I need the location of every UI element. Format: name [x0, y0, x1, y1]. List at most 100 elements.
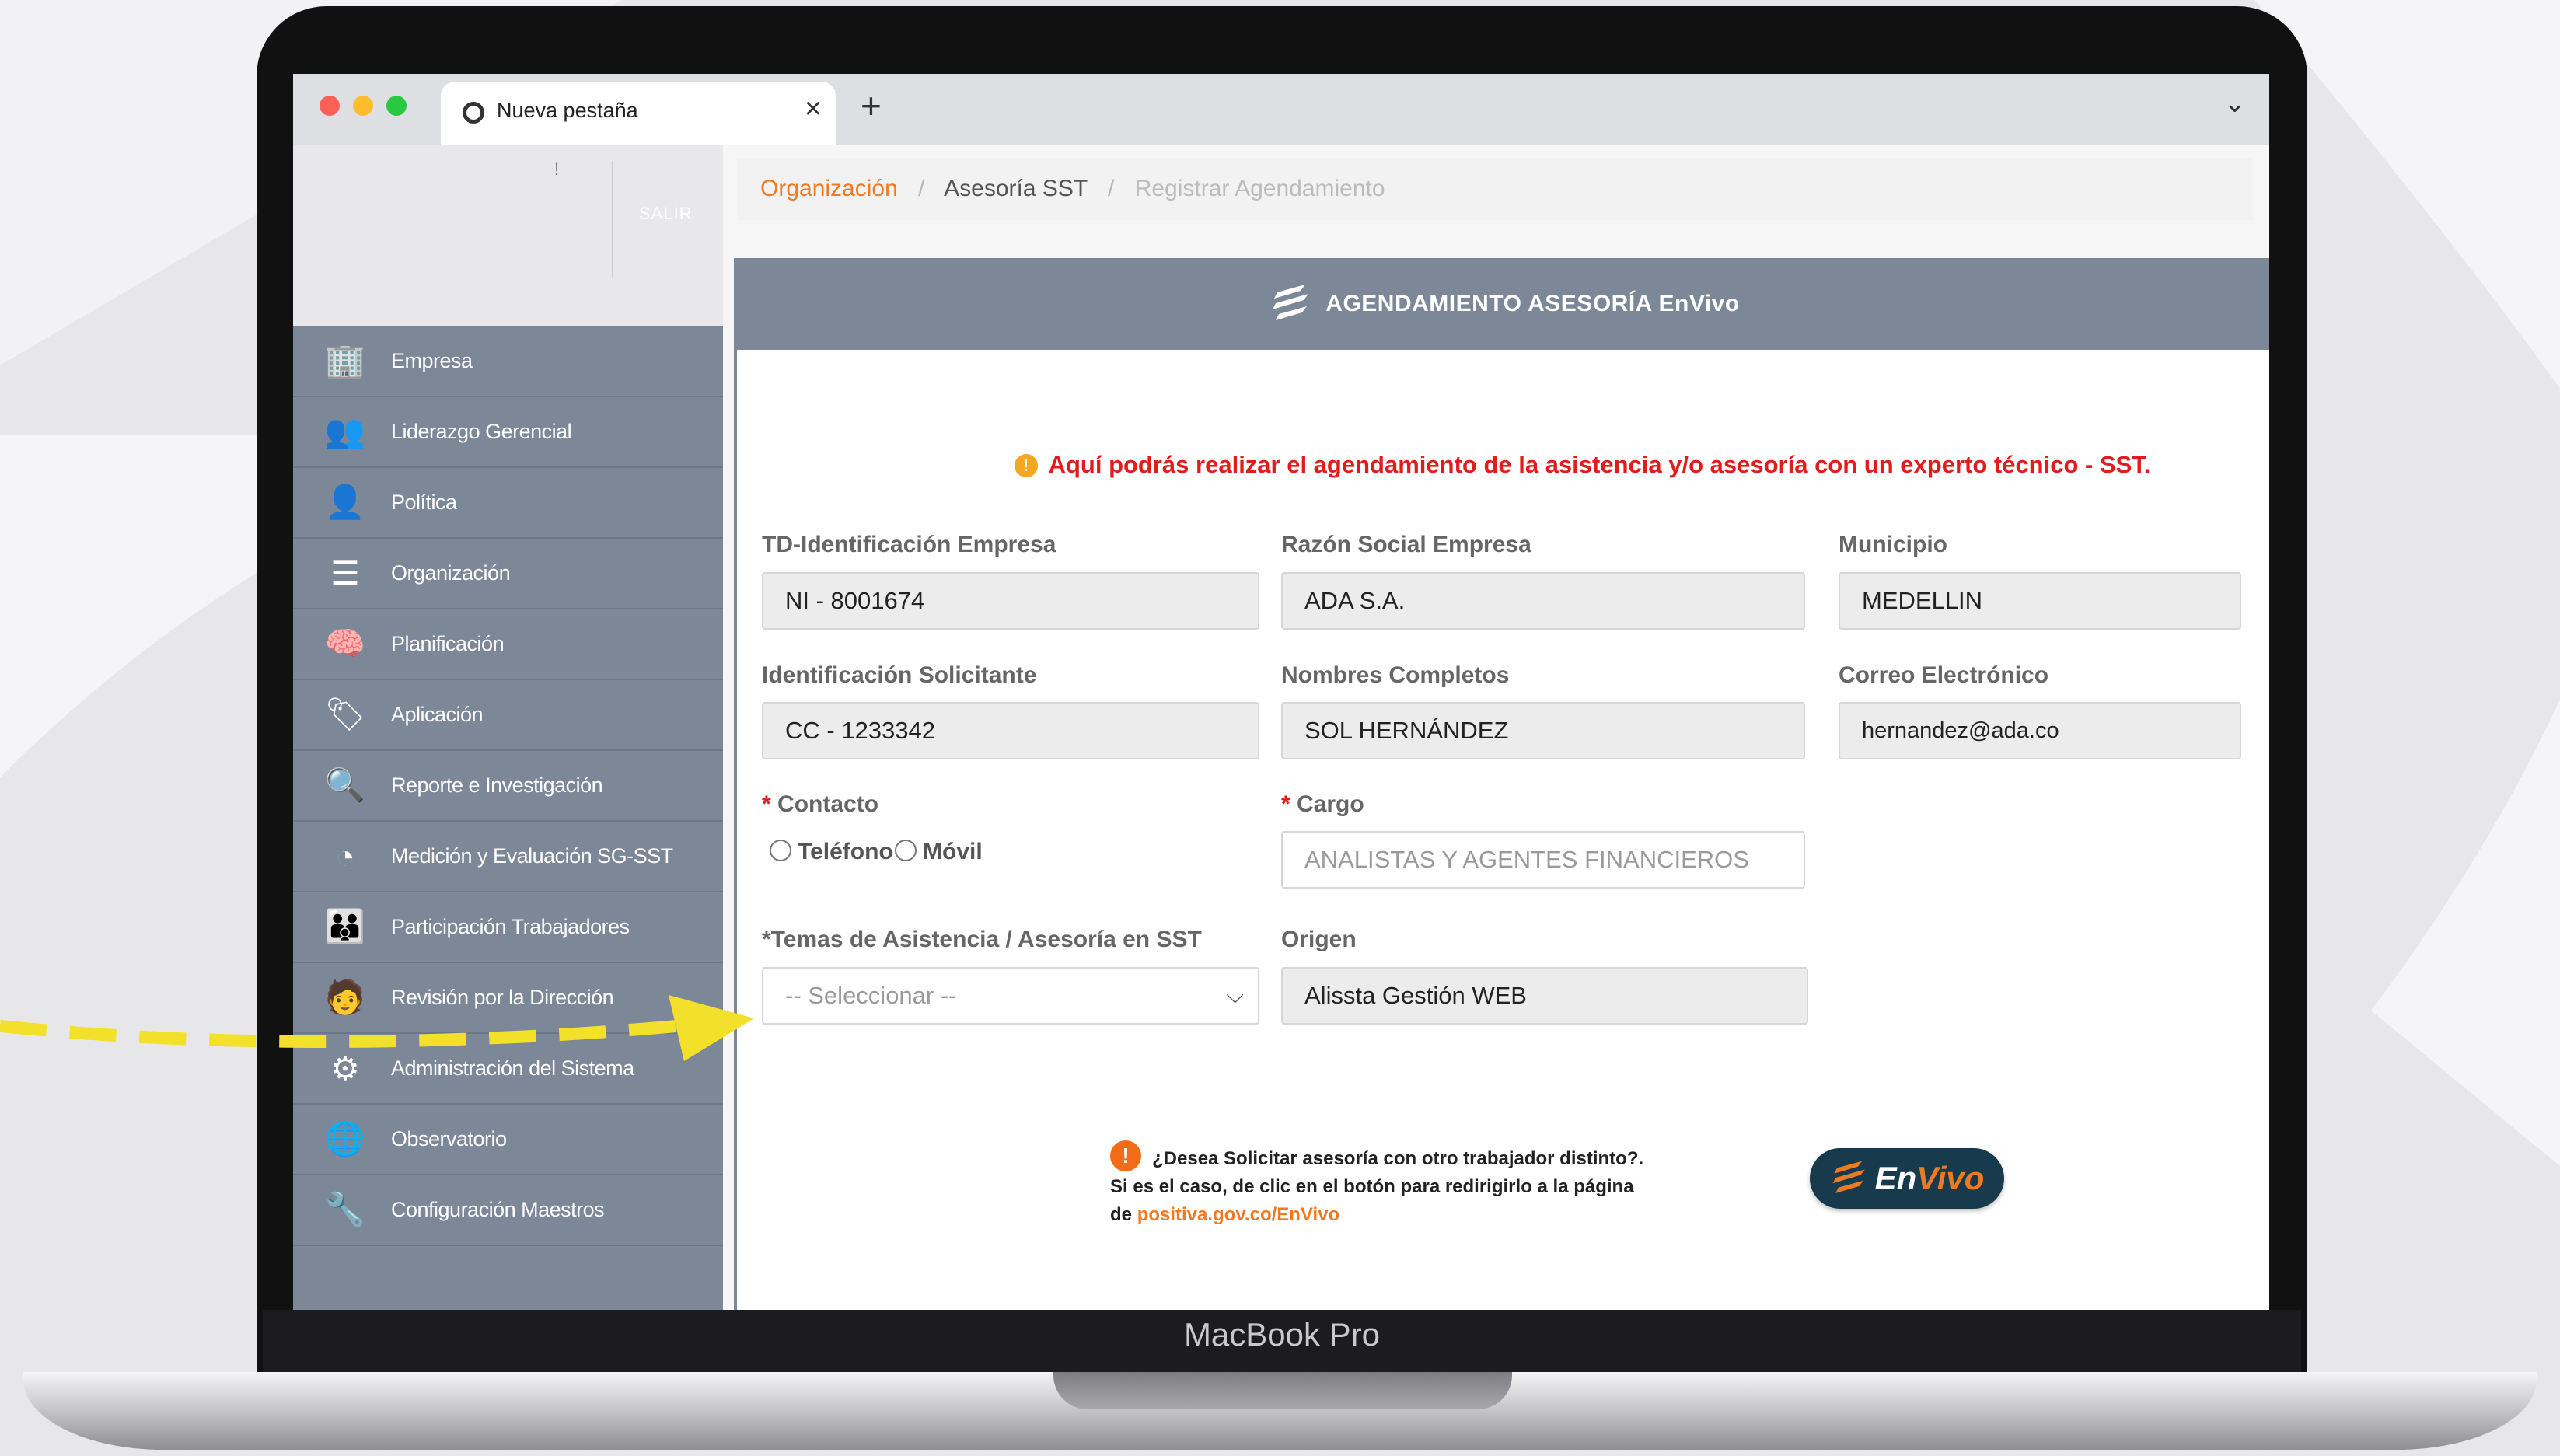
correo-label: Correo Electrónico — [1839, 662, 2049, 688]
settings-key-icon: 🔧 — [324, 1191, 366, 1227]
device-label: MacBook Pro — [1183, 1316, 1381, 1353]
breadcrumb-separator: / — [1108, 176, 1115, 201]
sidebar-item[interactable]: 🔍 Reporte e Investigación — [293, 751, 723, 822]
info-icon: ! — [1014, 454, 1038, 477]
laptop-opening-notch — [1053, 1372, 1512, 1409]
sidebar-header-divider — [612, 161, 613, 278]
sidebar-item-label: Organización — [391, 561, 511, 585]
sidebar-item[interactable]: 👤 Política — [293, 468, 723, 539]
sidebar-item-label: Planificación — [391, 632, 505, 655]
razon-field[interactable]: ADA S.A. — [1281, 572, 1805, 630]
scheduling-panel: AGENDAMIENTO ASESORÍA EnVivo ! Aquí podrá… — [734, 258, 2269, 1310]
correo-field[interactable]: hernandez@ada.co — [1839, 702, 2241, 759]
sidebar-item[interactable]: ⚙ Administración del Sistema — [293, 1034, 723, 1105]
new-tab-icon[interactable]: + — [861, 85, 882, 127]
temas-select[interactable]: -- Seleccionar -- ⌵ — [762, 967, 1259, 1025]
window-close-dot[interactable] — [320, 96, 340, 116]
building-icon: 🏢 — [324, 342, 366, 379]
browser-tab-bar: Nueva pestaña × + ⌄ — [293, 74, 2269, 145]
sidebar-item-label: Configuración Maestros — [391, 1198, 605, 1221]
tab-title: Nueva pestaña — [497, 99, 638, 122]
info-notice: ! Aquí podrás realizar el agendamiento de… — [737, 451, 2269, 479]
other-line1: ¿Desea Solicitar asesoría con otro traba… — [1152, 1148, 1644, 1169]
sidebar-item[interactable]: ◔ Medición y Evaluación SG-SST — [293, 822, 723, 892]
sidebar-item[interactable]: 🧑 Revisión por la Dirección — [293, 963, 723, 1034]
id-solicitante-field[interactable]: CC - 1233342 — [762, 702, 1259, 759]
head-gear-icon: 🧠 — [324, 625, 366, 662]
sidebar-item-label: Administración del Sistema — [391, 1056, 634, 1080]
cargo-input[interactable]: ANALISTAS Y AGENTES FINANCIEROS — [1281, 831, 1805, 889]
tab-list-chevron-icon[interactable]: ⌄ — [2224, 88, 2247, 119]
browser-tab[interactable]: Nueva pestaña × — [441, 82, 836, 145]
envivo-logo-icon — [1273, 285, 1309, 320]
sidebar-item[interactable]: ☰ Organización — [293, 539, 723, 609]
other-line2: Si es el caso, de clic en el botón para … — [1110, 1176, 1634, 1197]
envivo-button[interactable]: En Vivo — [1810, 1148, 2004, 1209]
sidebar-item[interactable]: 🧠 Planificación — [293, 609, 723, 680]
pie-chart-icon: ◔ — [335, 837, 355, 875]
tab-close-icon[interactable]: × — [805, 93, 822, 126]
breadcrumb-separator: / — [918, 176, 925, 201]
sidebar-item[interactable]: 🔧 Configuración Maestros — [293, 1175, 723, 1246]
group-icon: 👪 — [324, 908, 366, 944]
logout-button[interactable]: SALIR — [639, 204, 693, 224]
sidebar-item-label: Reporte e Investigación — [391, 773, 603, 797]
nombres-label: Nombres Completos — [1281, 662, 1510, 688]
reviewer-icon: 🧑 — [324, 979, 366, 1015]
breadcrumb: Organización / Asesoría SST / Registrar … — [737, 158, 2253, 220]
sidebar-item[interactable]: 🏢 Empresa — [293, 326, 723, 397]
radio-circle-icon — [895, 840, 917, 861]
breadcrumb-current: Registrar Agendamiento — [1134, 176, 1385, 201]
leadership-icon: 👥 — [324, 413, 366, 449]
sidebar-item-label: Empresa — [391, 349, 473, 372]
envivo-button-en: En — [1874, 1160, 1917, 1196]
screen: Nueva pestaña × + ⌄ ! SALIR 🏢 Empresa 👥 Lid… — [293, 74, 2269, 1310]
user-policy-icon: 👤 — [324, 484, 366, 520]
envivo-button-vivo: Vivo — [1916, 1160, 1985, 1196]
td-field[interactable]: NI - 8001674 — [762, 572, 1259, 630]
chevron-down-icon: ⌵ — [1226, 983, 1244, 1008]
sidebar-item[interactable]: 👪 Participación Trabajadores — [293, 892, 723, 963]
contacto-label: * Contacto — [762, 791, 879, 817]
window-minimize-dot[interactable] — [353, 96, 373, 116]
panel-header: AGENDAMIENTO ASESORÍA EnVivo — [737, 258, 2269, 350]
other-worker-note: ! ¿Desea Solicitar asesoría con otro trab… — [1110, 1140, 1701, 1229]
temas-label: *Temas de Asistencia / Asesoría en SST — [762, 927, 1202, 952]
envivo-link[interactable]: positiva.gov.co/EnVivo — [1137, 1204, 1340, 1225]
municipio-field[interactable]: MEDELLIN — [1839, 572, 2241, 630]
radio-circle-icon — [770, 840, 791, 861]
origen-field[interactable]: Alissta Gestión WEB — [1281, 967, 1808, 1025]
td-label: TD-Identificación Empresa — [762, 532, 1056, 557]
sidebar-item[interactable]: 👥 Liderazgo Gerencial — [293, 397, 723, 468]
razon-label: Razón Social Empresa — [1281, 532, 1531, 557]
sidebar: ! SALIR 🏢 Empresa 👥 Liderazgo Gerencial 👤 Pol… — [293, 145, 723, 1310]
radio-telefono[interactable]: Teléfono — [770, 839, 893, 865]
window-zoom-dot[interactable] — [386, 96, 407, 116]
municipio-label: Municipio — [1839, 532, 1947, 557]
panel-title: AGENDAMIENTO ASESORÍA EnVivo — [1325, 291, 1740, 316]
main-content: Organización / Asesoría SST / Registrar … — [723, 145, 2269, 1310]
breadcrumb-link-organizacion[interactable]: Organización — [760, 176, 898, 201]
sidebar-item-label: Aplicación — [391, 703, 484, 726]
other-line3-prefix: de — [1110, 1204, 1133, 1225]
laptop-chin: MacBook Pro — [263, 1310, 2301, 1372]
sidebar-menu: 🏢 Empresa 👥 Liderazgo Gerencial 👤 Política ☰ Or… — [293, 326, 723, 1246]
breadcrumb-link-asesoria[interactable]: Asesoría SST — [944, 176, 1088, 201]
sidebar-item-label: Liderazgo Gerencial — [391, 420, 572, 443]
sidebar-header: ! SALIR — [293, 145, 723, 326]
sidebar-item-label: Participación Trabajadores — [391, 915, 630, 938]
temas-selected-value: -- Seleccionar -- — [785, 982, 957, 1009]
sidebar-top-mark: ! — [554, 159, 560, 179]
chrome-icon — [463, 102, 484, 124]
admin-icon: ⚙ — [330, 1050, 360, 1087]
radio-movil[interactable]: Móvil — [895, 839, 983, 865]
info-icon: ! — [1110, 1140, 1141, 1171]
sidebar-item[interactable]: 🌐 Observatorio — [293, 1105, 723, 1175]
sidebar-item[interactable]: 🏷 Aplicación — [293, 680, 723, 751]
list-icon: ☰ — [330, 555, 360, 592]
nombres-field[interactable]: SOL HERNÁNDEZ — [1281, 702, 1805, 759]
sidebar-item-label: Medición y Evaluación SG-SST — [391, 844, 673, 868]
magnifier-icon: 🔍 — [324, 766, 366, 803]
sidebar-item-label: Política — [391, 491, 457, 514]
notice-text: Aquí podrás realizar el agendamiento de … — [1048, 451, 2151, 478]
